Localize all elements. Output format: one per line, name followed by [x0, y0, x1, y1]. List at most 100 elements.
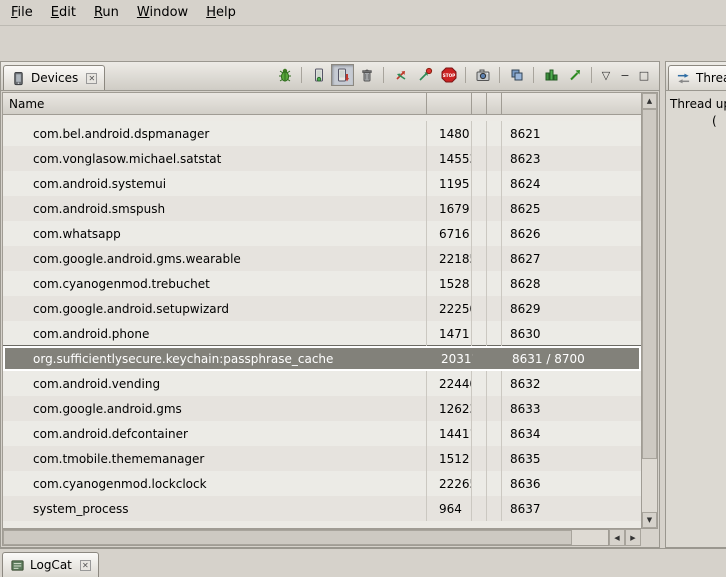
empty-cell [472, 221, 487, 246]
empty-cell [487, 371, 502, 396]
scroll-up-icon[interactable]: ▲ [642, 93, 657, 109]
tab-logcat[interactable]: LogCat ✕ [2, 552, 99, 577]
devices-table-area: Name com.bel.android.dspmanager 1480 862… [2, 92, 658, 529]
process-name: org.sufficientlysecure.keychain:passphra… [5, 348, 429, 369]
empty-cell [487, 271, 502, 296]
stop-icon: STOP [441, 67, 457, 83]
menu-help[interactable]: Help [197, 1, 245, 24]
menu-file[interactable]: File [2, 1, 42, 24]
minimize-button[interactable]: − [616, 66, 634, 84]
process-port: 8625 [502, 196, 641, 221]
update-heap-button[interactable] [307, 64, 330, 86]
empty-cell [487, 421, 502, 446]
table-row-selected[interactable]: org.sufficientlysecure.keychain:passphra… [3, 346, 641, 371]
column-header-pid[interactable] [427, 93, 472, 114]
process-pid: 22265 [427, 471, 472, 496]
menu-run[interactable]: Run [85, 1, 128, 24]
empty-cell [472, 296, 487, 321]
column-header-b[interactable] [487, 93, 502, 114]
process-name: com.google.android.setupwizard [3, 296, 427, 321]
method-profiling-button[interactable] [413, 64, 436, 86]
process-name: com.android.systemui [3, 171, 427, 196]
table-row[interactable]: com.android.systemui 1195 8624 [3, 171, 641, 196]
threads-icon [676, 71, 691, 86]
scroll-down-icon[interactable]: ▼ [642, 512, 657, 528]
table-row[interactable]: com.google.android.gms.wearable 22185 86… [3, 246, 641, 271]
update-threads-button[interactable] [389, 64, 412, 86]
vertical-scroll-thumb[interactable] [642, 109, 657, 459]
dump-hprof-button[interactable] [331, 64, 354, 86]
scroll-left-icon[interactable]: ◀ [609, 529, 625, 546]
process-port: 8635 [502, 446, 641, 471]
process-pid: 1471 [427, 321, 472, 346]
empty-cell [487, 121, 502, 146]
table-row[interactable]: com.whatsapp 6716 8626 [3, 221, 641, 246]
garbage-can-icon [359, 67, 375, 83]
svg-text:STOP: STOP [442, 73, 455, 78]
main-area: Devices ✕ [0, 61, 726, 548]
tracer-icon [543, 67, 559, 83]
table-row[interactable]: com.android.smspush 1679 8625 [3, 196, 641, 221]
horizontal-scroll-thumb[interactable] [3, 530, 572, 545]
process-name: com.android.defcontainer [3, 421, 427, 446]
process-pid: 14411 [427, 421, 472, 446]
process-pid: 1512 [427, 446, 472, 471]
empty-cell [487, 146, 502, 171]
horizontal-scroll-track[interactable] [2, 529, 609, 546]
column-header-name[interactable]: Name [3, 93, 427, 114]
table-row[interactable]: com.bel.android.dspmanager 1480 8621 [3, 121, 641, 146]
table-row[interactable]: com.google.android.gms 12623 8633 [3, 396, 641, 421]
process-pid: 6716 [427, 221, 472, 246]
menu-edit[interactable]: Edit [42, 1, 85, 24]
empty-cell [472, 371, 487, 396]
cause-gc-button[interactable] [355, 64, 378, 86]
table-row[interactable]: com.android.phone 1471 8630 [3, 321, 641, 346]
vertical-scrollbar[interactable]: ▲ ▼ [641, 92, 658, 529]
column-header-port[interactable] [502, 93, 641, 114]
table-row[interactable]: com.tmobile.thememanager 1512 8635 [3, 446, 641, 471]
process-pid: 22185 [427, 246, 472, 271]
screen-record-button[interactable] [505, 64, 528, 86]
maximize-button[interactable]: □ [635, 66, 653, 84]
update-threads-icon [393, 67, 409, 83]
empty-cell [472, 446, 487, 471]
tab-devices[interactable]: Devices ✕ [3, 65, 105, 90]
close-icon[interactable]: ✕ [86, 73, 97, 84]
opengl-trace-button[interactable] [563, 64, 586, 86]
stop-button[interactable]: STOP [437, 64, 460, 86]
close-icon[interactable]: ✕ [80, 560, 91, 571]
process-pid: 12623 [427, 396, 472, 421]
empty-cell [487, 321, 502, 346]
screen-record-icon [509, 67, 525, 83]
logcat-icon [10, 558, 25, 573]
table-row[interactable]: com.cyanogenmod.trebuchet 1528 8628 [3, 271, 641, 296]
process-port: 8629 [502, 296, 641, 321]
empty-cell [487, 396, 502, 421]
horizontal-scrollbar[interactable]: ◀ ▶ [2, 529, 658, 546]
menu-window[interactable]: Window [128, 1, 197, 24]
dump-hprof-icon [335, 67, 351, 83]
process-name: com.android.vending [3, 371, 427, 396]
empty-cell [472, 321, 487, 346]
process-port: 8634 [502, 421, 641, 446]
vertical-scroll-track[interactable] [642, 459, 657, 512]
table-row[interactable]: com.vonglasow.michael.satstat 14553 8623 [3, 146, 641, 171]
table-row[interactable]: com.cyanogenmod.lockclock 22265 8636 [3, 471, 641, 496]
view-menu-button[interactable]: ▽ [597, 66, 615, 84]
table-row[interactable]: com.google.android.setupwizard 22250 862… [3, 296, 641, 321]
table-row[interactable]: com.android.defcontainer 14411 8634 [3, 421, 641, 446]
scroll-right-icon[interactable]: ▶ [625, 529, 641, 546]
table-row[interactable]: system_process 964 8637 [3, 496, 641, 521]
table-row[interactable]: com.android.vending 22440 8632 [3, 371, 641, 396]
process-pid: 1480 [427, 121, 472, 146]
minimize-icon: − [620, 69, 629, 82]
empty-cell [472, 146, 487, 171]
debug-button[interactable] [273, 64, 296, 86]
empty-cell [472, 196, 487, 221]
column-header-a[interactable] [472, 93, 487, 114]
process-port: 8626 [502, 221, 641, 246]
tracer-button[interactable] [539, 64, 562, 86]
screen-capture-button[interactable] [471, 64, 494, 86]
empty-cell [474, 348, 489, 369]
tab-threads[interactable]: Threads ✕ [668, 65, 726, 90]
